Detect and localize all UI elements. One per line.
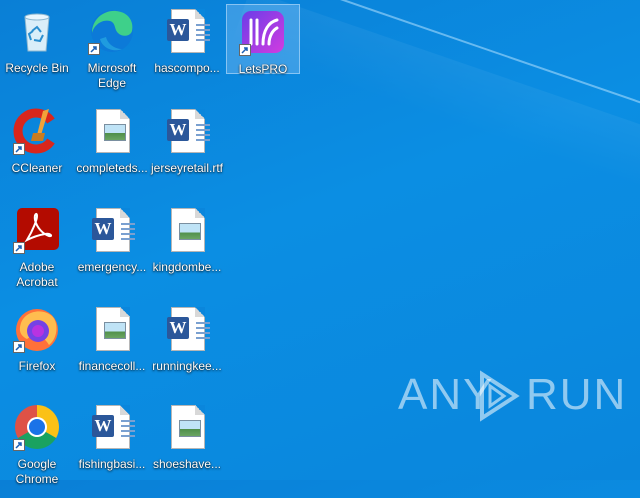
edge-icon <box>88 7 136 55</box>
desktop-icon-chrome[interactable]: Google Chrome <box>0 400 74 498</box>
desktop-icon-label: hascompo... <box>154 61 220 75</box>
desktop-icon-label: jerseyretail.rtf <box>150 161 224 175</box>
desktop-icon-firefox[interactable]: Firefox <box>0 302 74 400</box>
watermark-text-right: RUN <box>526 370 628 419</box>
image-document-icon <box>163 403 211 451</box>
desktop-icon-label: LetsPRO <box>238 62 288 76</box>
word-document-icon: W <box>88 206 136 254</box>
desktop-icon-label: Adobe Acrobat <box>16 260 58 289</box>
acrobat-icon <box>13 206 61 254</box>
shortcut-arrow-icon <box>13 143 25 155</box>
shortcut-arrow-icon <box>13 439 25 451</box>
desktop-icon-label: financecoll... <box>78 359 146 373</box>
firefox-icon <box>13 305 61 353</box>
anyrun-watermark: ANY RUN <box>398 370 625 422</box>
desktop-icon-label: Google Chrome <box>15 457 59 486</box>
desktop-icon-runningkee[interactable]: W runningkee... <box>150 302 224 400</box>
desktop-icon-label: Recycle Bin <box>5 61 69 75</box>
desktop-icon-ccleaner[interactable]: CCleaner <box>0 104 74 202</box>
desktop-icon-shoeshave[interactable]: shoeshave... <box>150 400 224 498</box>
desktop-icon-completeds[interactable]: completeds... <box>75 104 149 202</box>
desktop-icon-kingdombe[interactable]: kingdombe... <box>150 203 224 301</box>
desktop-icon-emergency[interactable]: W emergency... <box>75 203 149 301</box>
desktop-icon-label: runningkee... <box>152 359 222 373</box>
desktop-icon-letspro[interactable]: LetsPRO <box>226 4 300 76</box>
shortcut-arrow-icon <box>239 44 251 56</box>
desktop-icon-edge[interactable]: Microsoft Edge <box>75 4 149 102</box>
image-document-icon <box>88 305 136 353</box>
chrome-icon <box>13 403 61 451</box>
desktop-icon-jerseyretail[interactable]: W jerseyretail.rtf <box>150 104 224 202</box>
desktop-icon-label: CCleaner <box>11 161 63 175</box>
desktop-icon-label: fishingbasi... <box>78 457 146 471</box>
shortcut-arrow-icon <box>13 242 25 254</box>
shortcut-arrow-icon <box>13 341 25 353</box>
word-document-icon: W <box>163 305 211 353</box>
desktop-icon-label: Firefox <box>18 359 56 373</box>
desktop-icon-label: kingdombe... <box>152 260 222 274</box>
ccleaner-icon <box>13 107 61 155</box>
letspro-icon <box>239 8 287 56</box>
desktop-icon-fishingbasi[interactable]: W fishingbasi... <box>75 400 149 498</box>
word-document-icon: W <box>163 7 211 55</box>
shortcut-arrow-icon <box>88 43 100 55</box>
recycle-bin-icon <box>13 7 61 55</box>
play-icon <box>480 370 520 422</box>
word-document-icon: W <box>163 107 211 155</box>
desktop-icon-label: completeds... <box>76 161 148 175</box>
image-document-icon <box>163 206 211 254</box>
desktop-icon-recycle-bin[interactable]: Recycle Bin <box>0 4 74 102</box>
image-document-icon <box>88 107 136 155</box>
desktop-icon-hascompo[interactable]: W hascompo... <box>150 4 224 102</box>
desktop-icon-label: shoeshave... <box>152 457 222 471</box>
desktop-icon-acrobat[interactable]: Adobe Acrobat <box>0 203 74 301</box>
word-document-icon: W <box>88 403 136 451</box>
desktop-icon-label: emergency... <box>77 260 147 274</box>
desktop-icon-financecoll[interactable]: financecoll... <box>75 302 149 400</box>
desktop-icon-label: Microsoft Edge <box>87 61 137 90</box>
